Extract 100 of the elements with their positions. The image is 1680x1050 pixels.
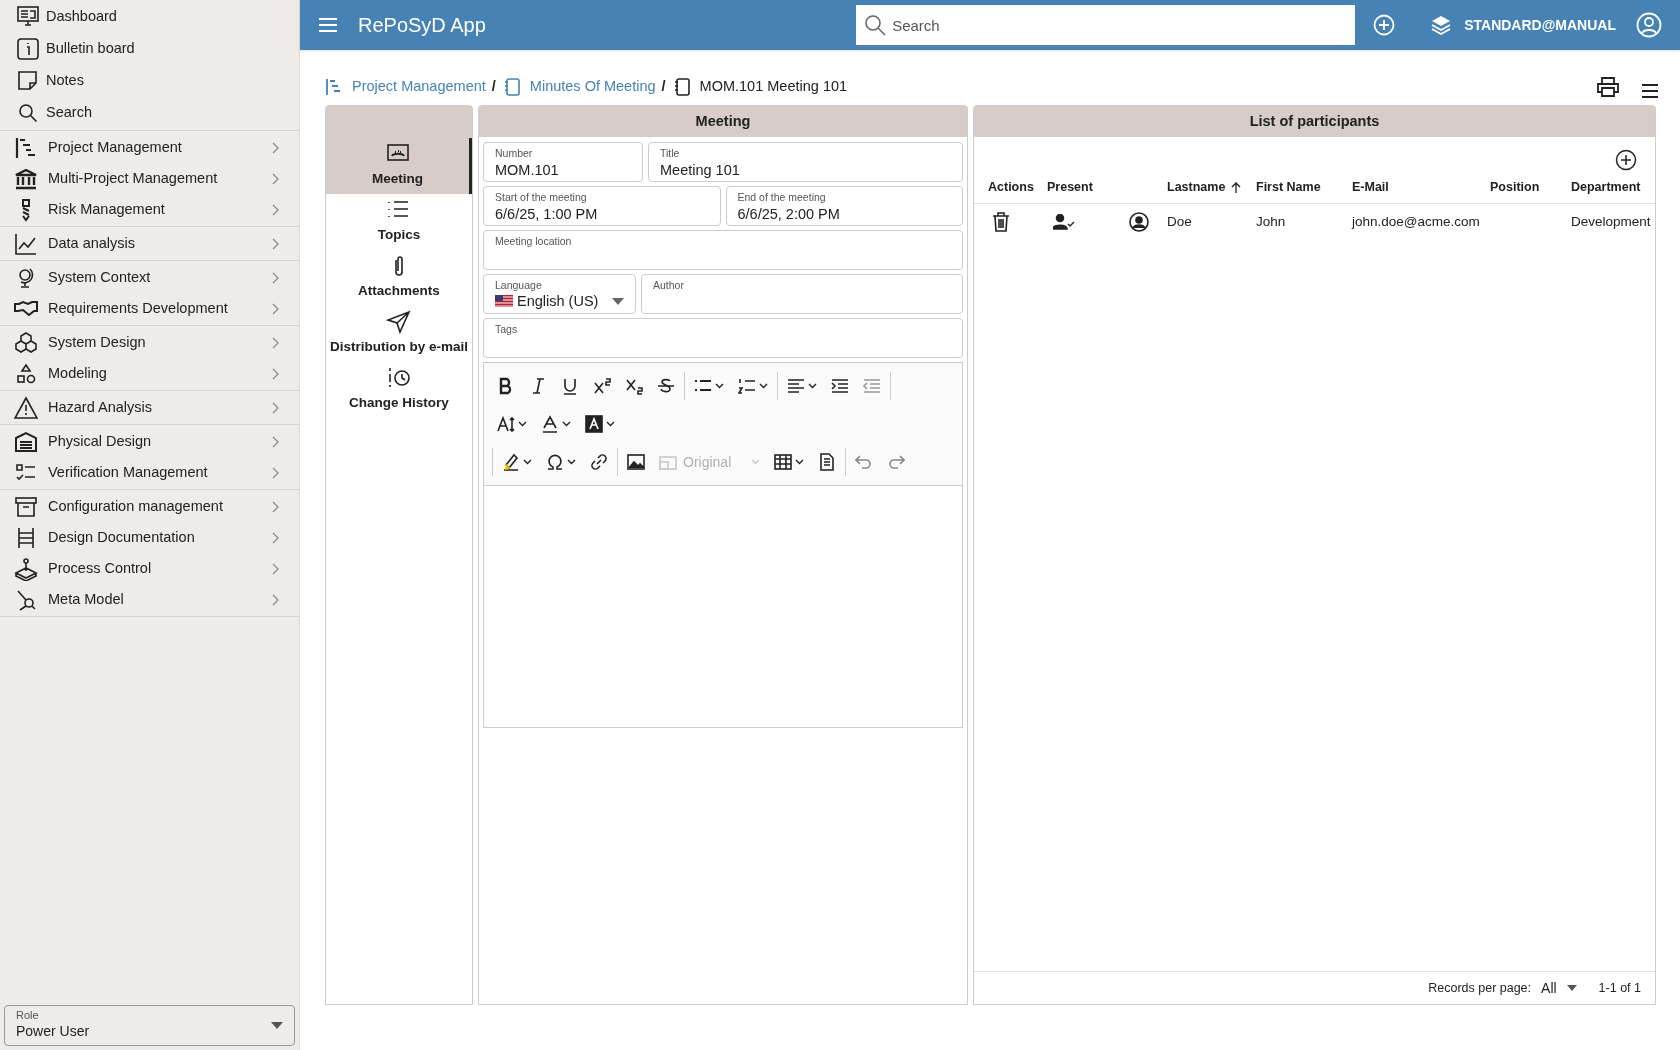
nav-item[interactable]: System Design [0, 327, 299, 358]
breadcrumb-link[interactable]: Project Management [352, 76, 486, 98]
layers-icon[interactable] [1430, 14, 1453, 36]
column-header[interactable]: Actions [988, 178, 1034, 198]
records-per-page-select[interactable]: All [1539, 977, 1579, 999]
monitor-icon [16, 5, 40, 29]
nav-item[interactable]: Configuration management [0, 491, 299, 522]
nav-item[interactable]: Bulletin board [0, 33, 299, 65]
nav-item[interactable]: Project Management [0, 132, 299, 163]
nav-item[interactable]: Meta Model [0, 584, 299, 615]
language-select[interactable]: Language English (US) [483, 274, 636, 314]
input-field[interactable]: Meeting location [483, 230, 963, 270]
nav-item[interactable]: Hazard Analysis [0, 392, 299, 423]
highlighter-icon[interactable] [502, 453, 520, 471]
nav-item[interactable]: Dashboard [0, 1, 299, 33]
nav-item[interactable]: System Context [0, 262, 299, 293]
nav-item[interactable]: Multi-Project Management [0, 163, 299, 194]
nav-item[interactable]: Process Control [0, 553, 299, 584]
caret-icon[interactable] [523, 459, 532, 465]
search-icon [864, 14, 887, 36]
column-header[interactable]: Lastname [1167, 178, 1242, 198]
breadcrumb-link[interactable]: Minutes Of Meeting [529, 76, 656, 98]
underline-icon[interactable] [561, 377, 579, 395]
chevron-right-icon [271, 335, 281, 350]
role-select[interactable]: Role Power User [4, 1005, 295, 1046]
nav-item[interactable]: Risk Management [0, 194, 299, 225]
subscript-icon[interactable] [625, 377, 643, 395]
warehouse-icon [14, 429, 38, 454]
bank-icon [14, 166, 38, 191]
numbered-list-icon[interactable] [738, 377, 756, 395]
document-icon[interactable] [818, 453, 836, 471]
nav-item[interactable]: Modeling [0, 358, 299, 389]
search-field[interactable]: Search [856, 5, 1356, 45]
caret-icon[interactable] [715, 383, 724, 389]
add-icon[interactable] [1373, 14, 1396, 36]
column-header[interactable]: Position [1490, 178, 1540, 198]
link-icon[interactable] [590, 453, 608, 471]
caret-icon[interactable] [759, 383, 768, 389]
nav-item[interactable]: Verification Management [0, 457, 299, 488]
font-color-icon[interactable] [541, 415, 559, 433]
records-per-page-label: Records per page: [1428, 979, 1532, 997]
chevron-right-icon [271, 561, 281, 576]
special-characters-icon[interactable] [546, 453, 564, 471]
superscript-icon[interactable] [593, 377, 611, 395]
print-icon[interactable] [1596, 76, 1620, 98]
info-icon [16, 37, 40, 61]
nav-item[interactable]: Requirements Development [0, 293, 299, 324]
caret-icon[interactable] [562, 421, 571, 427]
column-header[interactable]: First Name [1256, 178, 1321, 198]
column-header[interactable]: Present [1047, 178, 1093, 198]
chart-line-icon [14, 231, 38, 256]
undo-icon[interactable] [855, 453, 873, 471]
image-icon[interactable] [627, 453, 645, 471]
nav-item[interactable]: Data analysis [0, 228, 299, 259]
input-field[interactable]: Author [641, 274, 963, 314]
add-participant-icon[interactable] [1615, 149, 1637, 171]
chevron-right-icon [271, 499, 281, 514]
nav-item[interactable]: Physical Design [0, 426, 299, 457]
column-header[interactable]: Department [1571, 178, 1641, 198]
breadcrumb-separator: / [661, 77, 666, 97]
app-title: RePoSyD App [358, 13, 486, 38]
redo-icon[interactable] [887, 453, 905, 471]
input-field[interactable]: Tags [483, 318, 963, 358]
account-icon[interactable] [1636, 12, 1662, 38]
caret-icon[interactable] [808, 383, 817, 389]
trash-icon[interactable] [992, 211, 1010, 232]
chevron-right-icon [271, 202, 281, 217]
caret-icon[interactable] [518, 421, 527, 427]
search-icon [16, 101, 40, 125]
role-value: Power User [16, 1023, 90, 1041]
table-icon[interactable] [774, 453, 792, 471]
nav-item[interactable]: Design Documentation [0, 522, 299, 553]
column-header[interactable]: E-Mail [1352, 178, 1389, 198]
nav-item[interactable]: Search [0, 97, 299, 129]
background-color-icon[interactable] [585, 415, 603, 433]
side-tab[interactable]: Meeting [326, 138, 472, 194]
input-field[interactable]: Start of the meeting 6/6/25, 1:00 PM [483, 186, 721, 226]
breadcrumb-separator: / [491, 77, 496, 97]
panel-heading: Meeting [479, 106, 967, 137]
archive-icon [14, 494, 38, 519]
indent-icon[interactable] [831, 377, 849, 395]
strikethrough-icon[interactable] [657, 377, 675, 395]
font-size-icon[interactable] [497, 415, 515, 433]
dropdown-icon [271, 1022, 283, 1029]
caret-icon[interactable] [567, 459, 576, 465]
chevron-right-icon [271, 270, 281, 285]
caret-icon[interactable] [795, 459, 804, 465]
note-icon [16, 69, 40, 93]
shapes-icon [14, 361, 38, 386]
align-left-icon[interactable] [787, 377, 805, 395]
gantt-icon [14, 135, 38, 160]
input-field[interactable]: End of the meeting 6/6/25, 2:00 PM [725, 186, 963, 226]
input-field[interactable]: Title Meeting 101 [648, 142, 963, 182]
caret-icon[interactable] [606, 421, 615, 427]
sort-ascending-icon [1231, 181, 1242, 194]
menu-icon[interactable] [1642, 84, 1658, 98]
input-field[interactable]: Number MOM.101 [483, 142, 643, 182]
send-icon [386, 310, 412, 335]
nav-item[interactable]: Notes [0, 65, 299, 97]
user-name[interactable]: STANDARD@MANUAL [1464, 14, 1616, 36]
